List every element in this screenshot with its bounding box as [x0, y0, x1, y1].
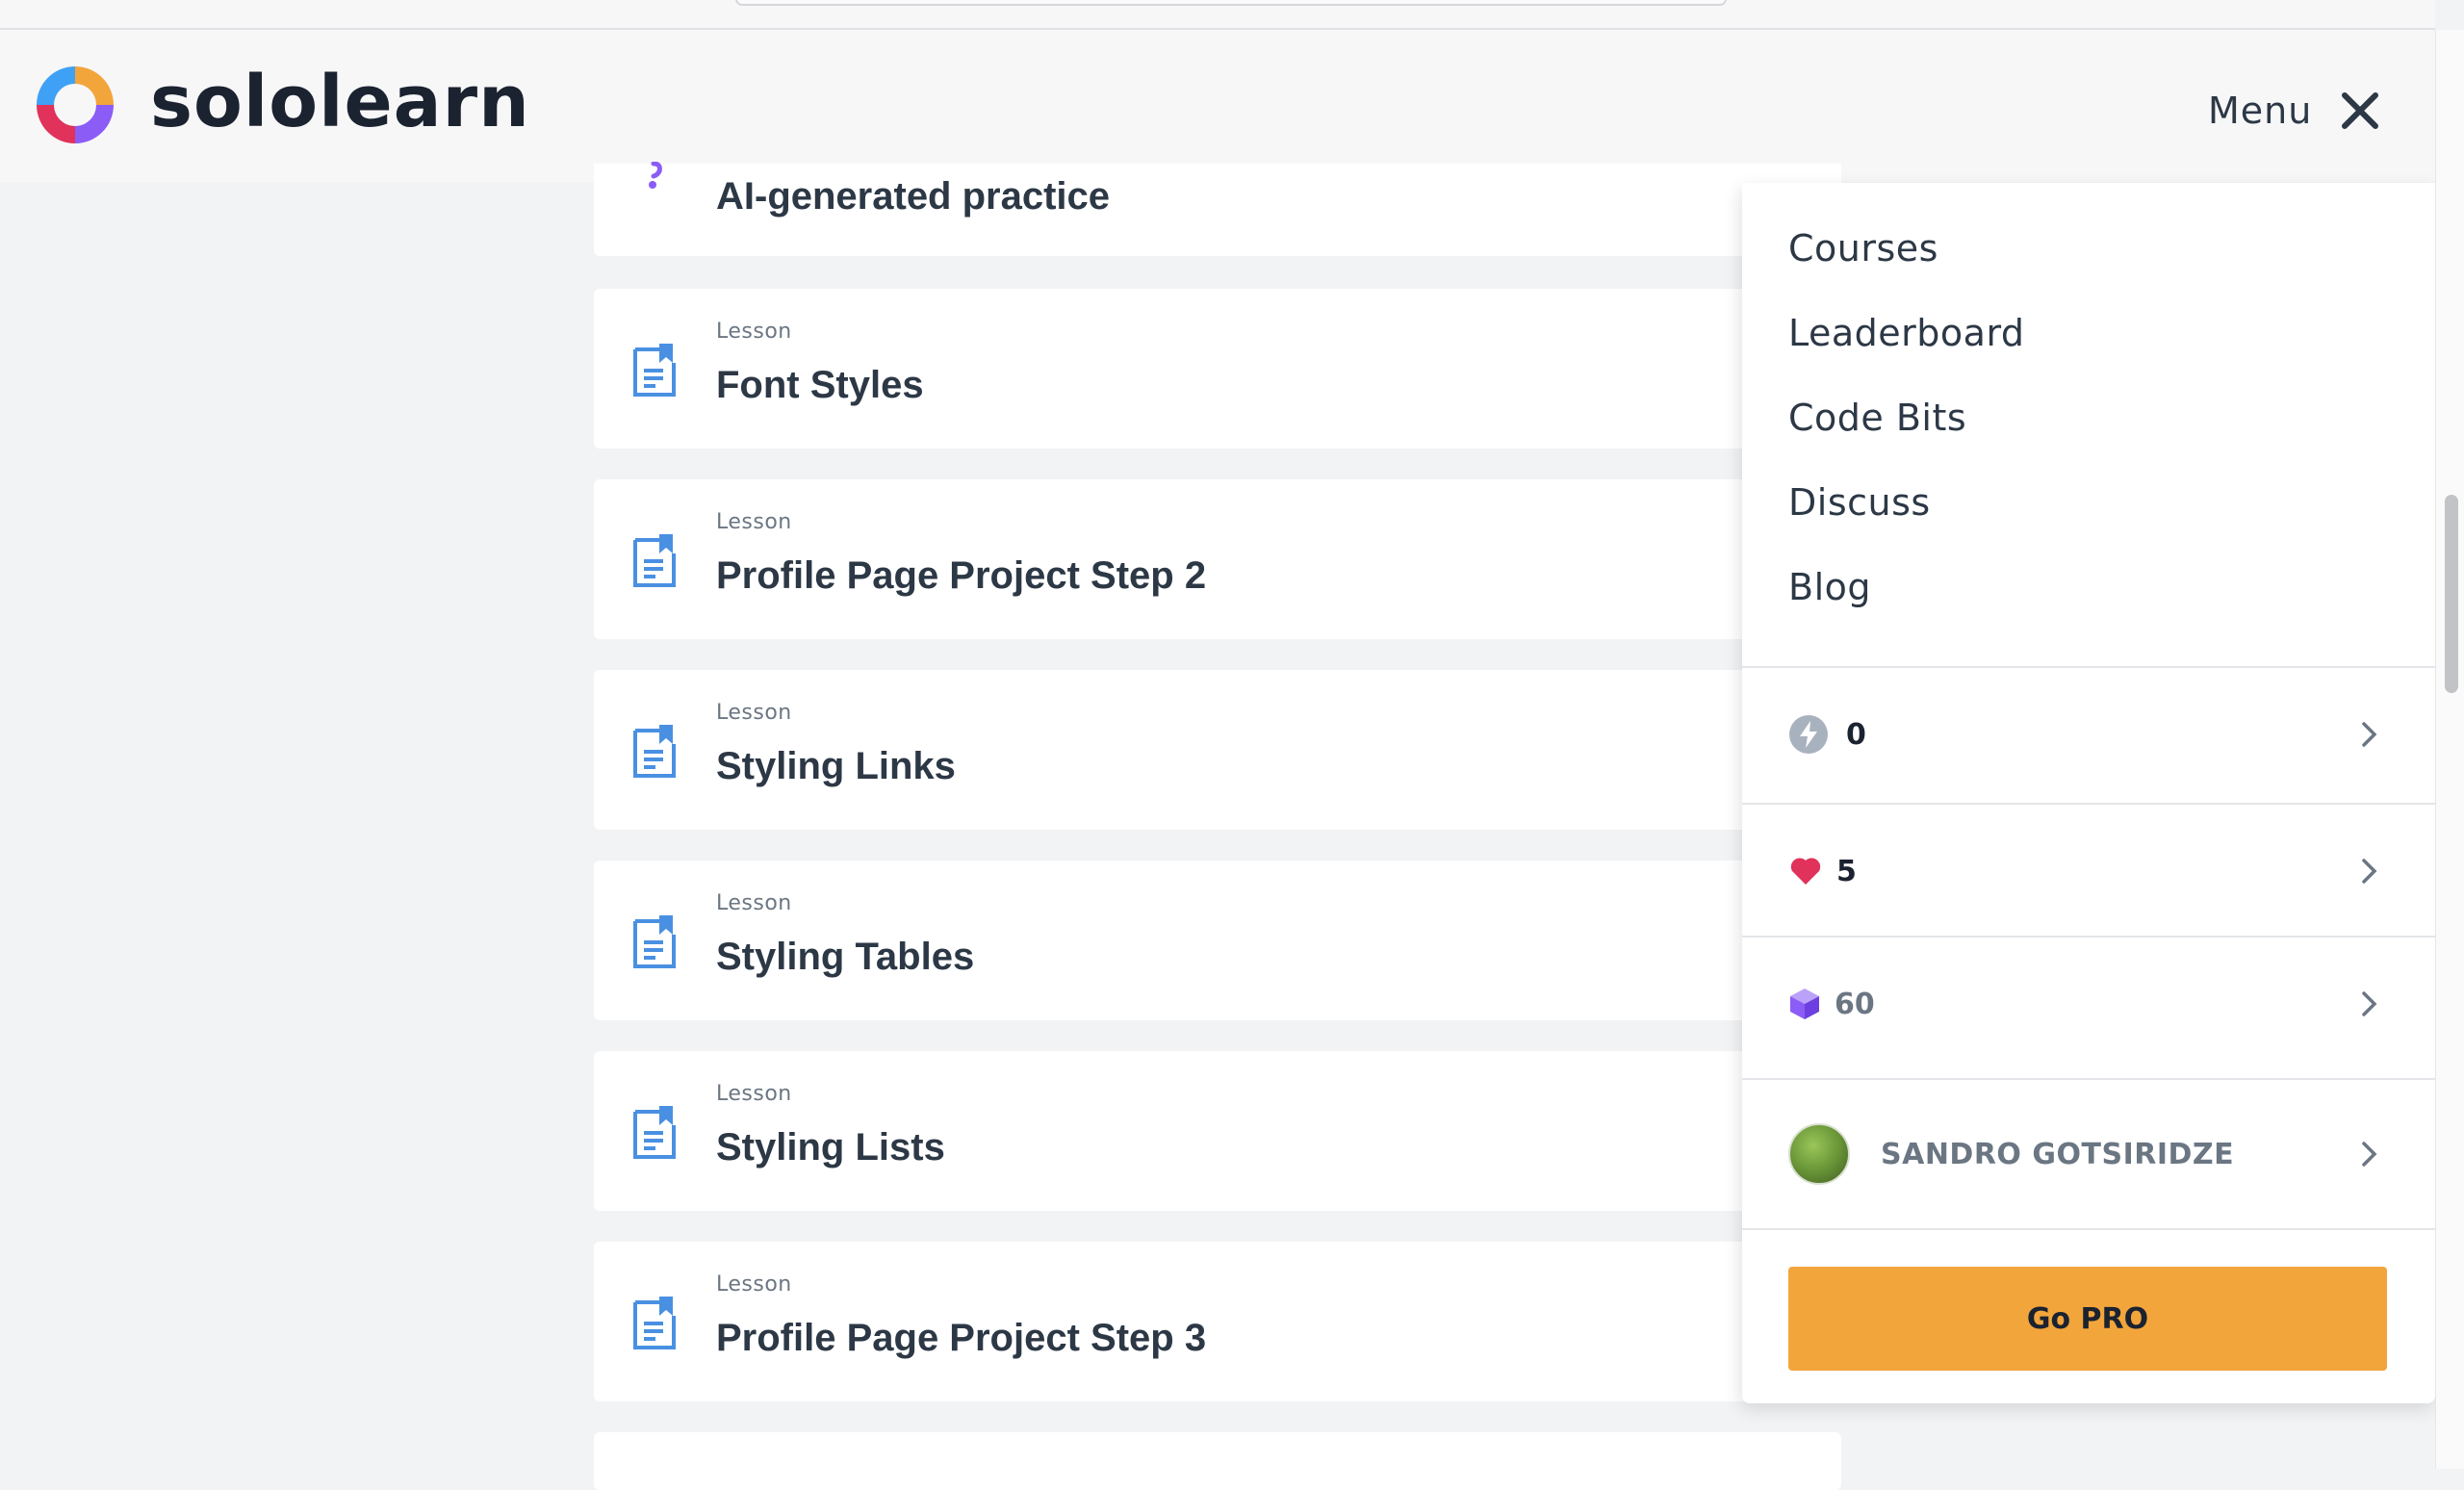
profile-name: SANDRO GOTSIRIDZE — [1881, 1137, 2235, 1171]
lightning-icon — [1789, 715, 1828, 754]
lesson-card[interactable]: Lesson Styling Lists — [594, 1051, 1841, 1211]
chevron-right-icon — [2362, 722, 2377, 747]
profile-row[interactable]: SANDRO GOTSIRIDZE — [1742, 1080, 2435, 1228]
page-scrollbar[interactable] — [2435, 30, 2464, 1469]
browser-toolbar — [0, 0, 2435, 30]
lesson-card-ai-practice[interactable]: AI-generated practice — [594, 162, 1841, 256]
chevron-right-icon — [2362, 1142, 2377, 1167]
gems-count: 60 — [1835, 987, 1875, 1021]
lesson-kind: Lesson — [716, 1272, 792, 1297]
lesson-title: Font Styles — [716, 364, 924, 406]
nav-links: Courses Leaderboard Code Bits Discuss Bl… — [1788, 221, 2025, 645]
nav-link-discuss[interactable]: Discuss — [1788, 475, 2025, 560]
lesson-card[interactable]: Lesson Styling Links — [594, 670, 1841, 830]
document-icon — [633, 534, 676, 587]
close-icon[interactable] — [2337, 88, 2383, 134]
lesson-card[interactable]: Lesson Styling Tables — [594, 861, 1841, 1020]
heart-icon — [1790, 858, 1821, 885]
lesson-title: Profile Page Project Step 3 — [716, 1317, 1207, 1359]
document-icon — [633, 1297, 676, 1349]
nav-link-leaderboard[interactable]: Leaderboard — [1788, 306, 2025, 391]
avatar — [1788, 1123, 1850, 1185]
lesson-kind: Lesson — [716, 891, 792, 915]
document-icon — [633, 344, 676, 397]
hearts-row[interactable]: 5 — [1742, 805, 2435, 938]
document-icon — [633, 1106, 676, 1159]
lesson-title: Styling Tables — [716, 936, 975, 978]
lesson-card[interactable]: Lesson Font Styles — [594, 289, 1841, 449]
nav-link-blog[interactable]: Blog — [1788, 560, 2025, 645]
divider — [1742, 1228, 2435, 1230]
lesson-card[interactable]: Lesson Profile Page Project Step 3 — [594, 1242, 1841, 1401]
document-icon — [633, 725, 676, 778]
lesson-card-partial[interactable] — [594, 1432, 1841, 1490]
brand-wordmark[interactable]: sololearn — [150, 61, 530, 143]
lesson-kind: Lesson — [716, 510, 792, 534]
chevron-right-icon — [2362, 859, 2377, 884]
document-icon — [633, 915, 676, 968]
menu-label: Menu — [2208, 90, 2313, 132]
lesson-title: Styling Lists — [716, 1126, 945, 1169]
sololearn-logo-icon[interactable] — [29, 59, 121, 151]
lesson-kind: Lesson — [716, 320, 792, 344]
lesson-kind: Lesson — [716, 701, 792, 725]
sparkle-icon — [649, 162, 662, 189]
nav-link-code-bits[interactable]: Code Bits — [1788, 391, 2025, 475]
streak-count: 0 — [1846, 717, 1866, 752]
lesson-title: Styling Links — [716, 745, 956, 787]
lesson-title: Profile Page Project Step 2 — [716, 554, 1207, 597]
lesson-kind: Lesson — [716, 1082, 792, 1106]
scrollbar-thumb[interactable] — [2445, 495, 2458, 693]
lesson-title: AI-generated practice — [716, 175, 1111, 218]
address-bar[interactable] — [735, 0, 1727, 6]
chevron-right-icon — [2362, 991, 2377, 1016]
menu-toggle-button[interactable]: Menu — [2208, 80, 2383, 141]
nav-link-courses[interactable]: Courses — [1788, 221, 2025, 306]
gem-icon — [1790, 989, 1819, 1019]
hearts-count: 5 — [1836, 854, 1857, 888]
nav-dropdown: Courses Leaderboard Code Bits Discuss Bl… — [1742, 183, 2435, 1403]
go-pro-button[interactable]: Go PRO — [1788, 1267, 2387, 1371]
gems-row[interactable]: 60 — [1742, 938, 2435, 1070]
streak-row[interactable]: 0 — [1742, 668, 2435, 801]
lesson-card[interactable]: Lesson Profile Page Project Step 2 — [594, 479, 1841, 639]
site-header: sololearn Menu — [0, 30, 2435, 182]
